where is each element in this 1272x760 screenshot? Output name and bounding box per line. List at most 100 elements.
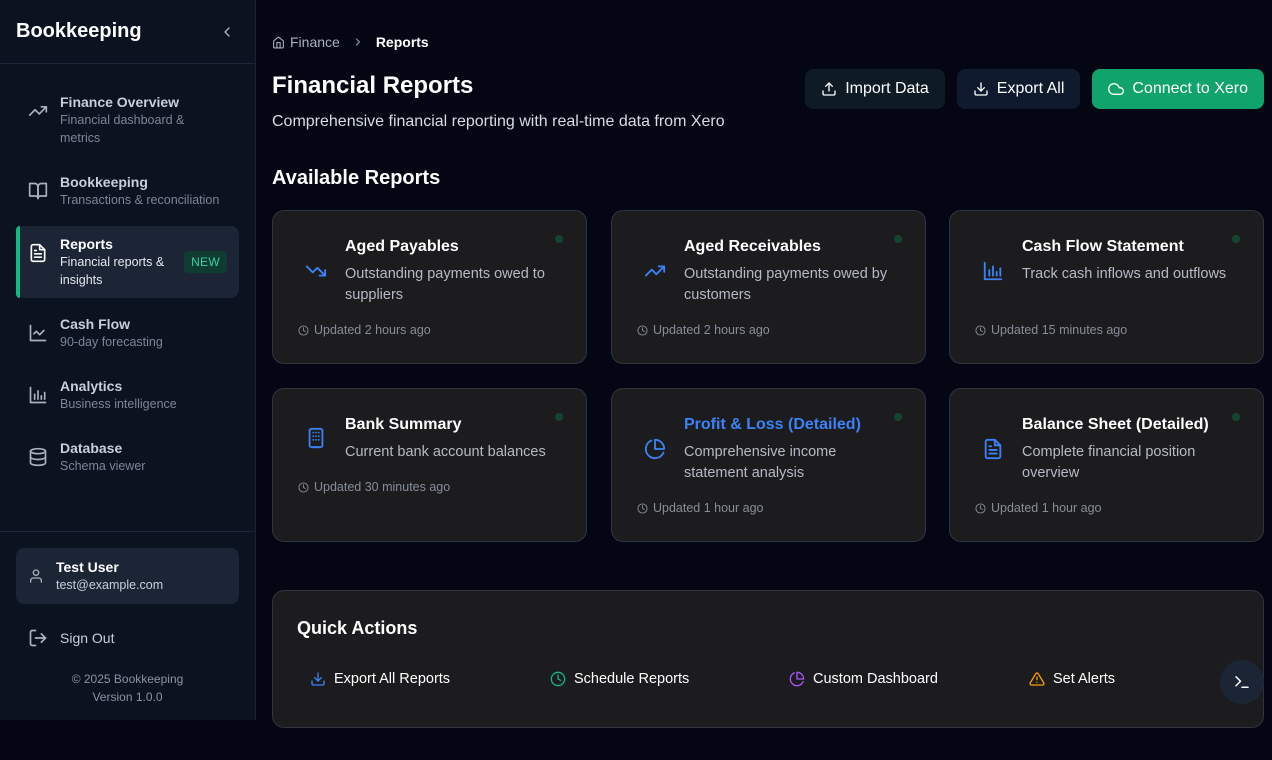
sidebar-item-label: Analytics [60,378,123,394]
sign-out-button[interactable]: Sign Out [16,620,239,656]
report-card-bank-summary[interactable]: Bank Summary Current bank account balanc… [272,388,587,542]
status-dot [555,413,563,421]
report-title: Aged Payables [345,238,459,255]
trending-up-icon [644,265,666,277]
report-desc: Outstanding payments owed to suppliers [345,266,545,303]
report-updated-text: Updated 30 minutes ago [314,480,451,494]
sidebar-item-finance-overview[interactable]: Finance Overview Financial dashboard & m… [16,84,239,156]
sidebar-item-label: Database [60,440,123,456]
report-desc: Comprehensive income statement analysis [684,444,837,481]
terminal-icon [1235,676,1249,688]
bar-chart-icon [29,386,47,404]
sidebar-item-label: Finance Overview [60,94,180,110]
report-title: Cash Flow Statement [1022,238,1184,255]
sidebar-item-desc: Transactions & reconciliation [60,193,220,207]
building-icon [308,427,324,449]
pie-chart-icon [789,671,805,687]
report-card-profit-loss[interactable]: Profit & Loss (Detailed) Comprehensive i… [611,388,926,542]
sidebar-item-bookkeeping[interactable]: Bookkeeping Transactions & reconciliatio… [16,164,239,218]
report-desc: Current bank account balances [345,444,546,460]
report-card-aged-payables[interactable]: Aged Payables Outstanding payments owed … [272,210,587,364]
chevron-left-icon [224,26,230,37]
clock-icon [298,481,309,493]
report-updated-text: Updated 2 hours ago [653,323,770,337]
collapse-sidebar-button[interactable] [215,20,239,44]
clock-icon [975,324,986,336]
page-title: Financial Reports [272,72,474,99]
file-text-icon [30,243,46,263]
clock-icon [550,671,566,687]
copyright-text: © 2025 Bookkeeping [71,672,184,686]
report-card-cash-flow-statement[interactable]: Cash Flow Statement Track cash inflows a… [949,210,1264,364]
sidebar-item-desc: Business intelligence [60,397,177,411]
status-dot [894,235,902,243]
report-desc: Track cash inflows and outflows [1022,266,1227,282]
sidebar-item-analytics[interactable]: Analytics Business intelligence [16,368,239,422]
breadcrumb-finance[interactable]: Finance [272,34,340,50]
sidebar-item-reports[interactable]: Reports Financial reports & insights NEW [16,226,239,298]
report-updated-text: Updated 1 hour ago [991,501,1102,515]
breadcrumb: Finance Reports [272,34,429,50]
report-updated-text: Updated 2 hours ago [314,323,431,337]
trending-up-icon [28,106,48,116]
line-chart-icon [29,324,47,342]
report-updated: Updated 15 minutes ago [975,323,1127,337]
file-text-icon [984,438,1002,460]
action-label: Schedule Reports [574,671,690,687]
export-all-button[interactable]: Export All [956,69,1081,109]
set-alerts-action[interactable]: Set Alerts [1029,671,1115,687]
report-title: Profit & Loss (Detailed) [684,416,861,433]
sidebar-item-desc: Financial dashboard & metrics [60,113,185,145]
sidebar-item-cash-flow[interactable]: Cash Flow 90-day forecasting [16,306,239,360]
upload-icon [822,82,836,96]
report-desc: Complete financial position overview [1022,444,1196,481]
clock-icon [298,324,309,336]
version-text: Version 1.0.0 [92,690,163,704]
schedule-reports-action[interactable]: Schedule Reports [550,671,689,687]
connect-xero-label: Connect to Xero [1132,80,1248,97]
sidebar-footer: Test User test@example.com Sign Out © 20… [0,531,255,706]
sidebar-nav: Finance Overview Financial dashboard & m… [0,64,255,484]
status-dot [1232,413,1240,421]
sidebar-item-desc: Financial reports & insights [60,255,165,287]
sidebar-item-database[interactable]: Database Schema viewer [16,430,239,484]
database-icon [29,447,47,467]
action-label: Set Alerts [1053,671,1116,687]
custom-dashboard-action[interactable]: Custom Dashboard [789,671,938,687]
report-updated: Updated 2 hours ago [298,323,431,337]
pie-chart-icon [644,438,666,460]
action-label: Custom Dashboard [813,671,938,687]
export-all-label: Export All [996,80,1065,97]
quick-actions-panel: Quick Actions Export All Reports Schedul… [272,590,1264,728]
log-out-icon [29,629,47,647]
export-all-reports-action[interactable]: Export All Reports [310,671,450,687]
status-dot [1232,235,1240,243]
clock-icon [637,324,648,336]
user-icon [30,569,42,583]
report-card-balance-sheet[interactable]: Balance Sheet (Detailed) Complete financ… [949,388,1264,542]
connect-xero-button[interactable]: Connect to Xero [1092,69,1264,109]
terminal-button[interactable] [1220,660,1264,704]
sign-out-label: Sign Out [60,630,115,646]
clock-icon [975,502,986,514]
status-dot [555,235,563,243]
report-updated-text: Updated 15 minutes ago [991,323,1128,337]
sidebar-item-desc: Schema viewer [60,459,146,473]
report-updated-text: Updated 1 hour ago [653,501,764,515]
report-updated: Updated 2 hours ago [637,323,770,337]
import-data-button[interactable]: Import Data [805,69,945,109]
user-email: test@example.com [56,578,164,592]
alert-triangle-icon [1029,672,1045,686]
report-card-aged-receivables[interactable]: Aged Receivables Outstanding payments ow… [611,210,926,364]
home-icon [273,36,284,48]
sidebar-item-label: Bookkeeping [60,174,148,190]
report-desc: Outstanding payments owed by customers [684,266,888,303]
breadcrumb-current: Reports [375,34,429,50]
app-title: Bookkeeping [16,20,142,42]
report-title: Bank Summary [345,416,462,433]
sidebar: Bookkeeping Finance Overview Financial d… [0,0,256,720]
status-dot [894,413,902,421]
user-card[interactable]: Test User test@example.com [16,548,239,604]
breadcrumb-parent-label: Finance [290,34,340,50]
available-reports-heading: Available Reports [272,167,441,189]
